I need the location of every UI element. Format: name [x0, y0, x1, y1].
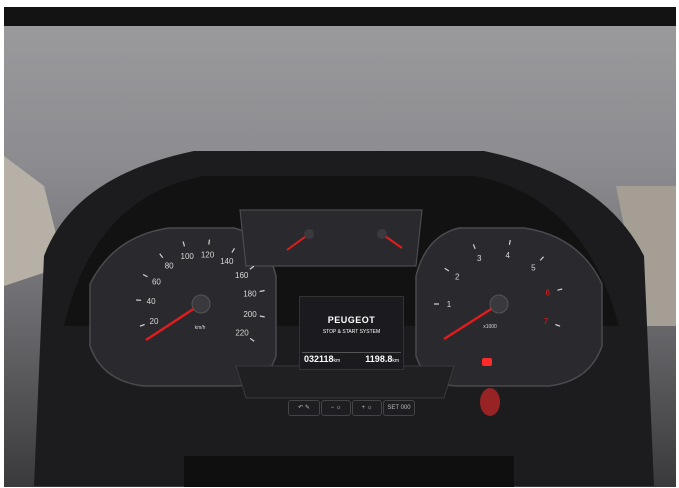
red-glow	[480, 388, 500, 416]
odometer: 032118km	[304, 354, 340, 364]
gauge-tick-label: 4	[505, 251, 510, 260]
gauge-tick-label: 100	[181, 252, 195, 261]
dashboard-photo: 20 40 60 80 100 120 140 160 180 200 220 1 2 3 4 5 6 7 km…	[4, 26, 676, 487]
tachometer-hub	[489, 294, 509, 314]
gauge-tick-label: 220	[235, 329, 249, 338]
speed-unit-label: km/h	[195, 325, 206, 331]
brightness-down-button[interactable]: − ☼	[321, 400, 351, 416]
button-console	[235, 365, 455, 399]
back-button[interactable]: ↶ ✎	[288, 400, 320, 416]
set-button[interactable]: SET 000	[383, 400, 415, 416]
gauge-tick-label: 1	[447, 300, 452, 309]
trip-value: 1198.8	[365, 354, 393, 364]
warning-light-icon	[482, 358, 492, 366]
gauge-tick-label: 200	[243, 310, 257, 319]
fuel-gauge-hub	[304, 229, 314, 239]
speedometer-hub	[191, 294, 211, 314]
gauge-tick-label: 7	[544, 317, 549, 326]
gauge-tick-label: 140	[220, 257, 234, 266]
gauge-tick-label: 6	[545, 289, 550, 298]
dashboard-illustration: 20 40 60 80 100 120 140160 180 200 220 1 2 3 4 5 6 7 km…	[4, 151, 676, 487]
gauge-tick-label: 5	[531, 264, 536, 273]
gauge-tick-label: 60	[152, 277, 161, 286]
odometer-value: 032118	[304, 354, 334, 364]
gauge-tick-label: 20	[150, 317, 159, 326]
gauge-tick-label: 120	[201, 250, 215, 259]
display-divider	[302, 352, 401, 353]
gauge-tick-mark	[208, 239, 211, 245]
top-bar	[4, 7, 676, 26]
gauge-tick-label: 40	[147, 297, 156, 306]
center-top-panel	[239, 209, 423, 267]
gauge-tick-label: 180	[243, 290, 257, 299]
trip-unit: km	[392, 358, 399, 364]
rpm-unit-label: x1000	[483, 324, 497, 330]
trip-meter: 1198.8km	[365, 354, 399, 364]
lower-vent	[184, 456, 514, 487]
gauge-tick-label: 160	[235, 271, 249, 280]
gauge-tick-label: 80	[165, 261, 174, 270]
center-display: PEUGEOT STOP & START SYSTEM 032118km 119…	[299, 296, 404, 370]
temp-gauge-hub	[377, 229, 387, 239]
odometer-unit: km	[333, 358, 341, 364]
photo-frame: 20 40 60 80 100 120 140 160 180 200 220 1 2 3 4 5 6 7 km…	[0, 0, 679, 488]
display-subtitle: STOP & START SYSTEM	[322, 329, 381, 335]
gauge-tick-label: 3	[477, 254, 482, 263]
brightness-up-button[interactable]: + ☼	[352, 400, 382, 416]
gauge-tick-label: 2	[455, 273, 460, 282]
display-brand: PEUGEOT	[327, 315, 376, 325]
